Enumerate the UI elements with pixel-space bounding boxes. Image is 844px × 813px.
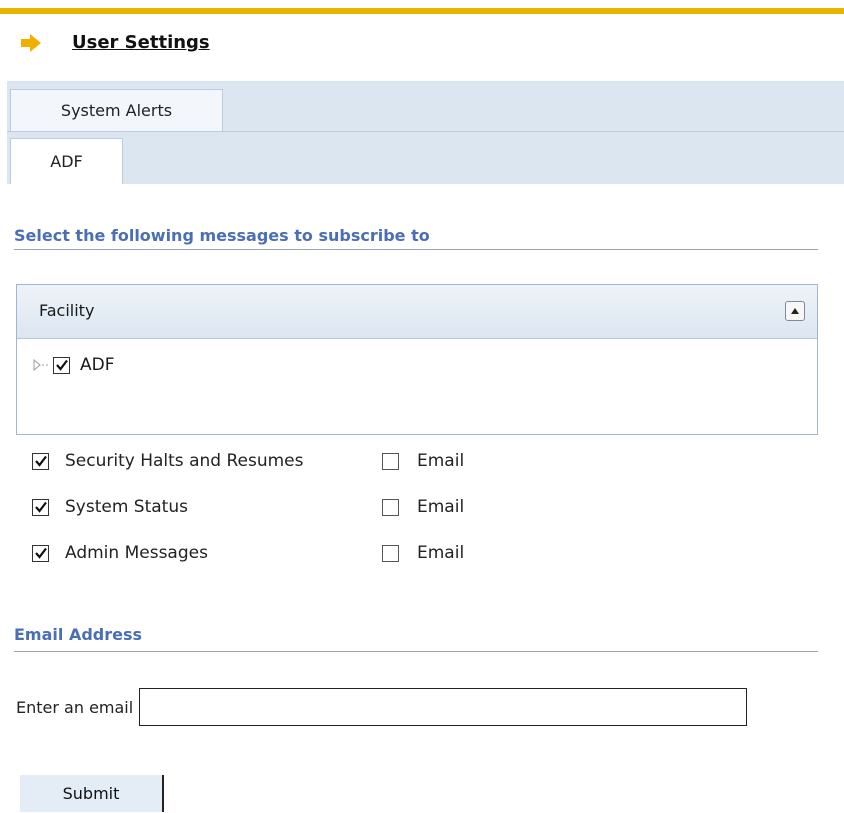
checkmark-icon bbox=[34, 455, 47, 467]
adf-checkbox[interactable] bbox=[53, 356, 70, 374]
email-field-label: Enter an email bbox=[16, 697, 134, 717]
page-header: User Settings bbox=[20, 32, 210, 53]
subscribe-section-title: Select the following messages to subscri… bbox=[14, 226, 430, 245]
tab-adf[interactable]: ADF bbox=[10, 138, 123, 184]
tab-system-alerts[interactable]: System Alerts bbox=[10, 89, 223, 131]
email-option-label: Email bbox=[417, 543, 465, 563]
arrow-right-icon bbox=[21, 33, 41, 52]
email-section-title: Email Address bbox=[14, 625, 143, 644]
option-system-status: System Status bbox=[32, 495, 188, 519]
email-option-security-halts: Email bbox=[382, 449, 464, 473]
email-option-label: Email bbox=[417, 497, 465, 517]
email-option-label: Email bbox=[417, 451, 465, 471]
option-label: System Status bbox=[65, 497, 188, 517]
checkmark-icon bbox=[34, 501, 47, 513]
option-security-halts: Security Halts and Resumes bbox=[32, 449, 303, 473]
tree-item-adf[interactable]: ADF bbox=[33, 355, 115, 375]
checkmark-icon bbox=[55, 359, 68, 371]
option-label: Security Halts and Resumes bbox=[65, 451, 304, 471]
system-status-checkbox[interactable] bbox=[32, 498, 49, 516]
chevron-up-icon bbox=[791, 308, 799, 314]
top-accent-bar bbox=[0, 8, 844, 14]
admin-messages-email-checkbox[interactable] bbox=[382, 544, 399, 562]
facility-grid: Facility ADF bbox=[16, 284, 818, 435]
email-option-system-status: Email bbox=[382, 495, 464, 519]
email-field[interactable] bbox=[139, 688, 748, 726]
email-option-admin-messages: Email bbox=[382, 541, 464, 565]
checkmark-icon bbox=[34, 547, 47, 559]
security-halts-email-checkbox[interactable] bbox=[382, 452, 399, 470]
admin-messages-checkbox[interactable] bbox=[32, 544, 49, 562]
system-status-email-checkbox[interactable] bbox=[382, 498, 399, 516]
submit-button[interactable]: Submit bbox=[20, 775, 164, 812]
page-title[interactable]: User Settings bbox=[72, 32, 210, 53]
expand-triangle-icon[interactable] bbox=[33, 358, 49, 372]
email-field-row: Enter an email bbox=[16, 688, 748, 726]
collapse-button[interactable] bbox=[785, 301, 805, 321]
security-halts-checkbox[interactable] bbox=[32, 452, 49, 470]
facility-column-label: Facility bbox=[39, 301, 95, 320]
tree-item-label: ADF bbox=[80, 355, 115, 375]
tab-row-divider bbox=[7, 131, 844, 132]
section-divider bbox=[14, 249, 818, 250]
section-divider bbox=[14, 651, 818, 652]
option-admin-messages: Admin Messages bbox=[32, 541, 208, 565]
option-label: Admin Messages bbox=[65, 543, 208, 563]
facility-grid-header: Facility bbox=[17, 285, 817, 339]
